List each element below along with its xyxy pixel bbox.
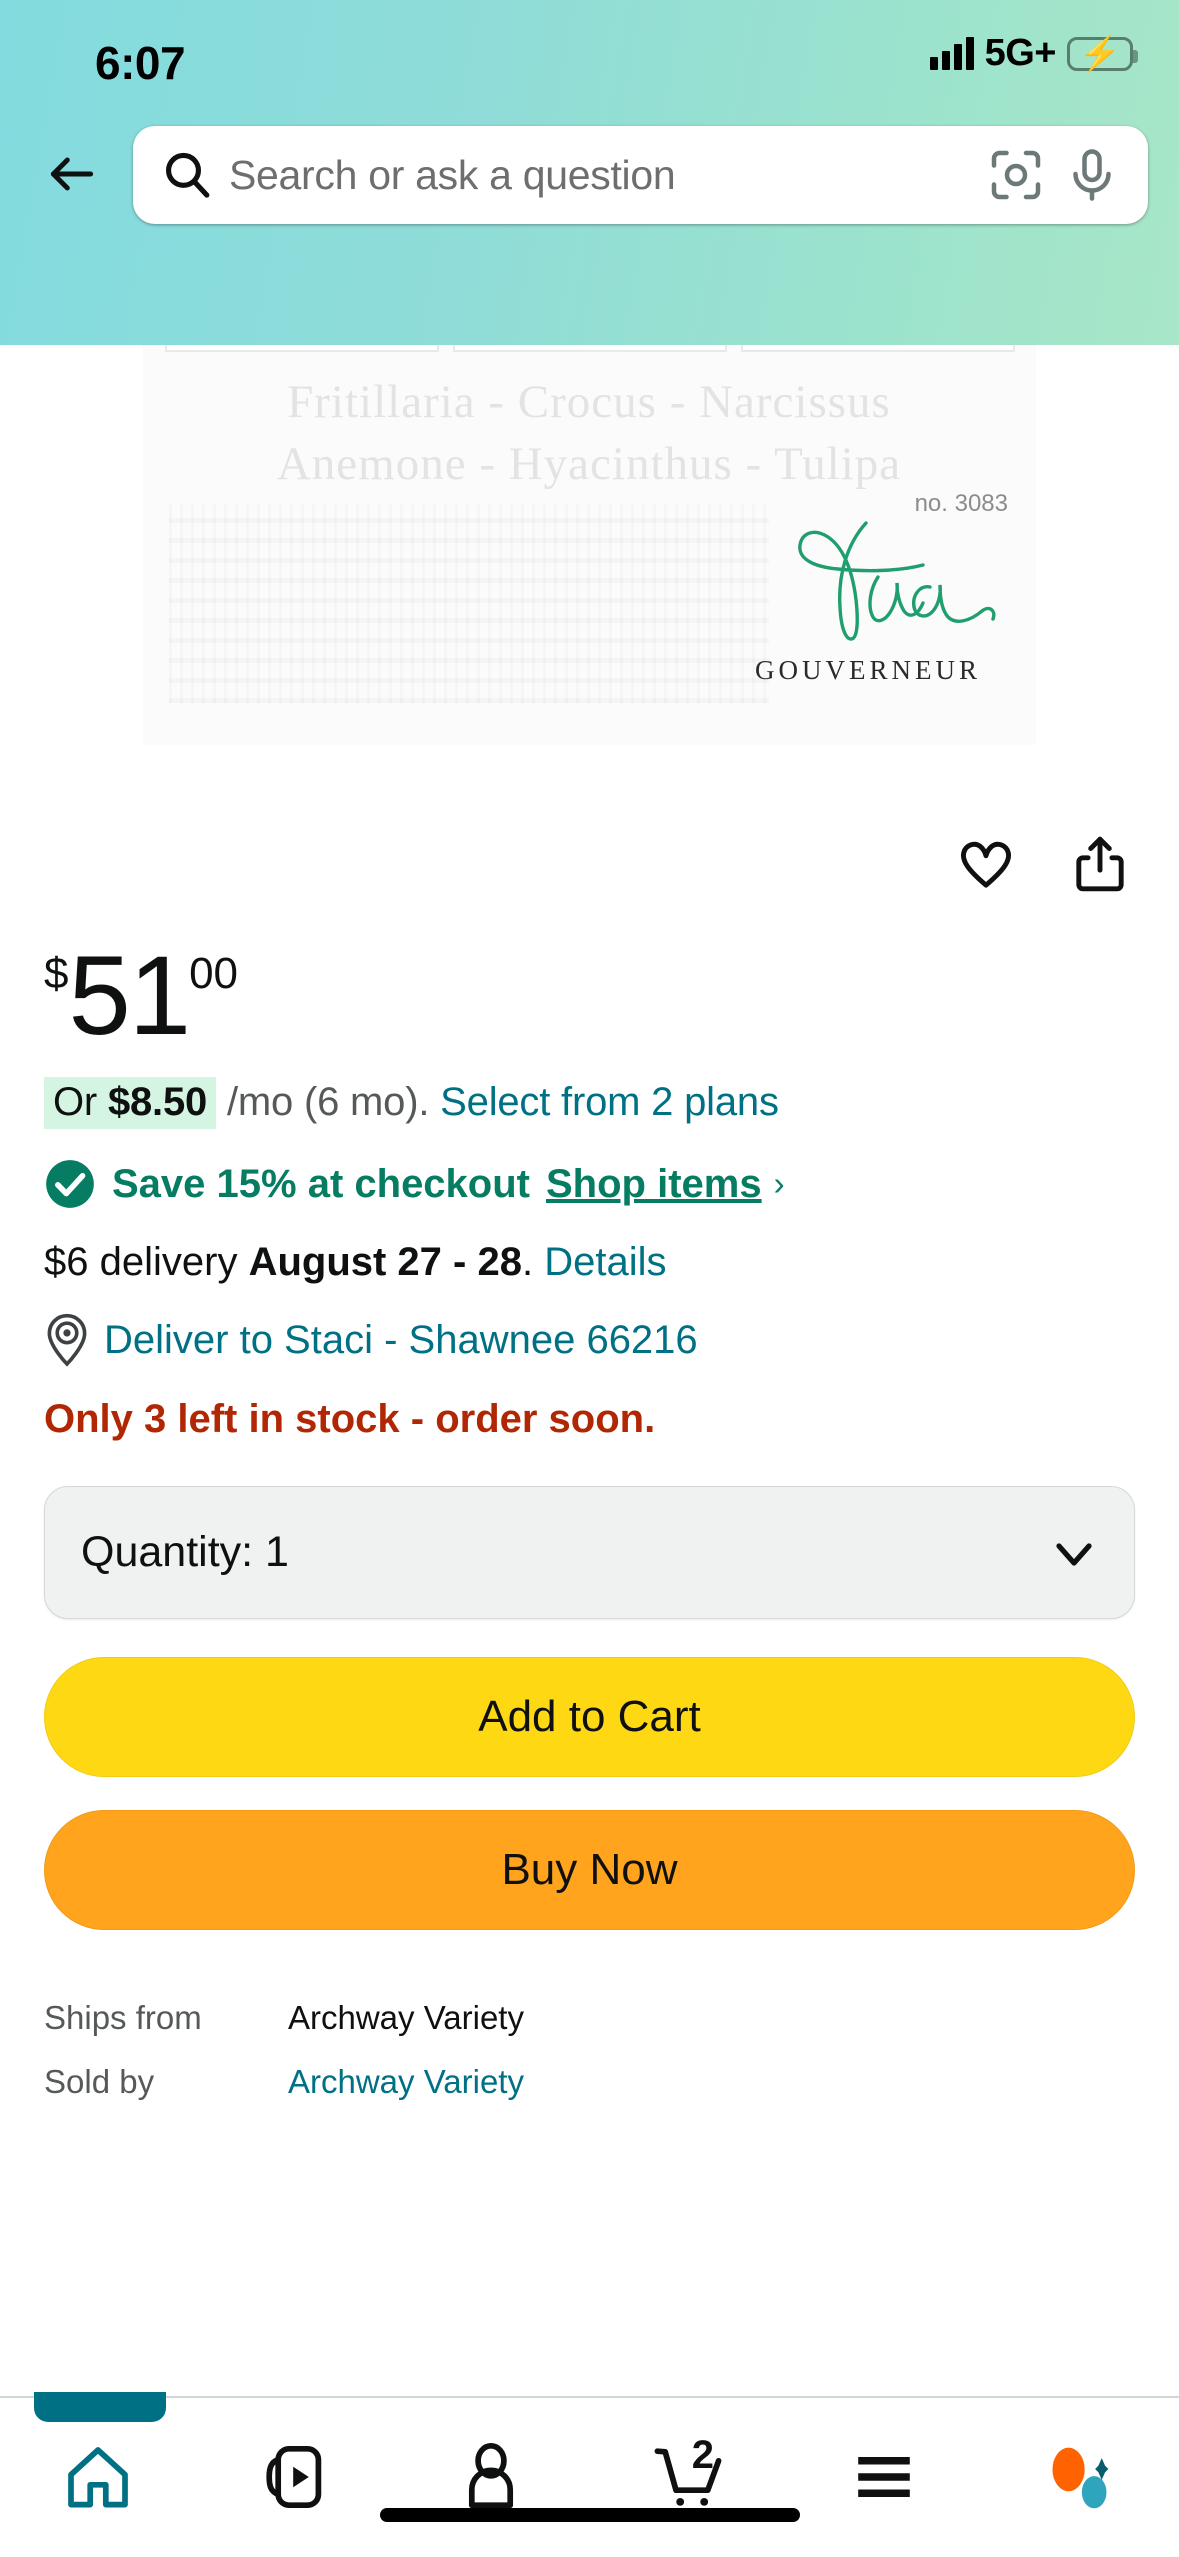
nav-item-account[interactable] bbox=[393, 2397, 590, 2557]
person-icon bbox=[455, 2441, 527, 2513]
home-icon bbox=[62, 2441, 134, 2513]
back-button[interactable] bbox=[22, 126, 122, 222]
promotion-text: Save 15% at checkout bbox=[112, 1162, 530, 1207]
share-button[interactable] bbox=[1061, 825, 1139, 903]
search-row: Search or ask a question bbox=[0, 118, 1179, 230]
delivery-details-link[interactable]: Details bbox=[544, 1240, 666, 1284]
stock-status: Only 3 left in stock - order soon. bbox=[44, 1397, 1135, 1442]
delivery-date: August 27 - 28 bbox=[249, 1240, 522, 1284]
quantity-selector[interactable]: Quantity: 1 bbox=[44, 1486, 1135, 1619]
installment-amount: $8.50 bbox=[108, 1080, 207, 1124]
rufus-assistant-icon bbox=[1043, 2442, 1119, 2512]
brand-logo: GOUVERNEUR bbox=[718, 515, 1018, 690]
quantity-label: Quantity: 1 bbox=[81, 1528, 289, 1577]
buy-now-button[interactable]: Buy Now bbox=[44, 1810, 1135, 1930]
search-bar[interactable]: Search or ask a question bbox=[133, 126, 1148, 224]
status-bar-time: 6:07 bbox=[95, 36, 185, 90]
sold-by-label: Sold by bbox=[44, 2065, 288, 2098]
seller-info-table: Ships from Archway Variety Sold by Archw… bbox=[44, 1985, 1135, 2113]
chevron-right-icon: › bbox=[774, 1165, 785, 1203]
search-icon bbox=[159, 147, 215, 203]
ships-from-value: Archway Variety bbox=[288, 2001, 524, 2034]
select-plans-link[interactable]: Select from 2 plans bbox=[440, 1080, 779, 1124]
price-whole: 51 bbox=[68, 940, 189, 1052]
swatch-box bbox=[165, 345, 439, 352]
hamburger-menu-icon bbox=[848, 2441, 920, 2513]
installment-highlight: Or $8.50 bbox=[44, 1077, 216, 1129]
heart-icon bbox=[955, 833, 1017, 895]
search-input[interactable]: Search or ask a question bbox=[229, 152, 970, 199]
deliver-to-row[interactable]: Deliver to Staci - Shawnee 66216 bbox=[44, 1313, 1135, 1367]
product-item-number: no. 3083 bbox=[915, 490, 1008, 518]
swatch-box bbox=[453, 345, 727, 352]
check-circle-icon bbox=[44, 1158, 96, 1210]
nav-item-menu[interactable] bbox=[786, 2397, 983, 2557]
product-details: $ 51 00 Or $8.50 /mo (6 mo). Select from… bbox=[0, 940, 1179, 2113]
swatch-box bbox=[741, 345, 1015, 352]
video-shorts-icon bbox=[259, 2441, 331, 2513]
product-price: $ 51 00 bbox=[44, 940, 1135, 1050]
nav-item-video[interactable] bbox=[197, 2397, 394, 2557]
cart-badge-count: 2 bbox=[692, 2433, 714, 2478]
installment-plan-row: Or $8.50 /mo (6 mo). Select from 2 plans bbox=[44, 1080, 1135, 1125]
status-bar: 6:07 5G+ ⚡ bbox=[0, 0, 1179, 120]
thea-script-logo-icon bbox=[718, 515, 1018, 650]
package-fine-print bbox=[169, 503, 769, 703]
network-type-label: 5G+ bbox=[985, 32, 1056, 75]
botanical-names-line-1: Fritillaria - Crocus - Narcissus bbox=[169, 375, 1009, 429]
bottom-navigation-bar: 2 bbox=[0, 2396, 1179, 2556]
wishlist-button[interactable] bbox=[947, 825, 1025, 903]
nav-item-cart[interactable]: 2 bbox=[590, 2397, 787, 2557]
delivery-suffix: . bbox=[522, 1240, 544, 1284]
back-arrow-icon bbox=[44, 146, 100, 202]
price-fraction: 00 bbox=[189, 952, 238, 996]
botanical-names-line-2: Anemone - Hyacinthus - Tulipa bbox=[169, 437, 1009, 491]
delivery-row: $6 delivery August 27 - 28. Details bbox=[44, 1240, 1135, 1285]
signal-bars-icon bbox=[930, 37, 974, 70]
microphone-icon[interactable] bbox=[1062, 145, 1122, 205]
add-to-cart-button[interactable]: Add to Cart bbox=[44, 1657, 1135, 1777]
deliver-to-label: Deliver to Staci - Shawnee 66216 bbox=[104, 1318, 698, 1363]
sold-by-value[interactable]: Archway Variety bbox=[288, 2065, 524, 2098]
camera-lens-icon[interactable] bbox=[986, 145, 1046, 205]
installment-terms: /mo (6 mo). bbox=[216, 1080, 440, 1124]
promotion-row: Save 15% at checkout Shop items › bbox=[44, 1158, 1135, 1210]
product-image-swatch-row bbox=[165, 345, 1015, 352]
delivery-prefix: $6 delivery bbox=[44, 1240, 249, 1284]
ships-from-label: Ships from bbox=[44, 2001, 288, 2034]
chevron-down-icon bbox=[1050, 1529, 1098, 1577]
product-action-icons bbox=[947, 825, 1139, 903]
app-header: 6:07 5G+ ⚡ Search or ask a question bbox=[0, 0, 1179, 345]
share-icon bbox=[1069, 833, 1131, 895]
product-image-gallery[interactable]: Fritillaria - Crocus - Narcissus Anemone… bbox=[0, 345, 1179, 760]
home-indicator bbox=[380, 2508, 800, 2522]
price-currency-symbol: $ bbox=[44, 952, 68, 996]
battery-charging-icon: ⚡ bbox=[1067, 37, 1133, 71]
active-tab-indicator bbox=[34, 2392, 166, 2422]
product-image: Fritillaria - Crocus - Narcissus Anemone… bbox=[143, 345, 1036, 745]
installment-prefix: Or bbox=[53, 1080, 108, 1124]
location-pin-icon bbox=[44, 1313, 90, 1367]
table-row: Ships from Archway Variety bbox=[44, 1985, 1135, 2049]
shop-items-link[interactable]: Shop items bbox=[546, 1162, 762, 1207]
nav-item-rufus[interactable] bbox=[983, 2397, 1179, 2557]
brand-name-label: GOUVERNEUR bbox=[718, 655, 1018, 686]
table-row: Sold by Archway Variety bbox=[44, 2049, 1135, 2113]
status-bar-indicators: 5G+ ⚡ bbox=[930, 32, 1133, 75]
